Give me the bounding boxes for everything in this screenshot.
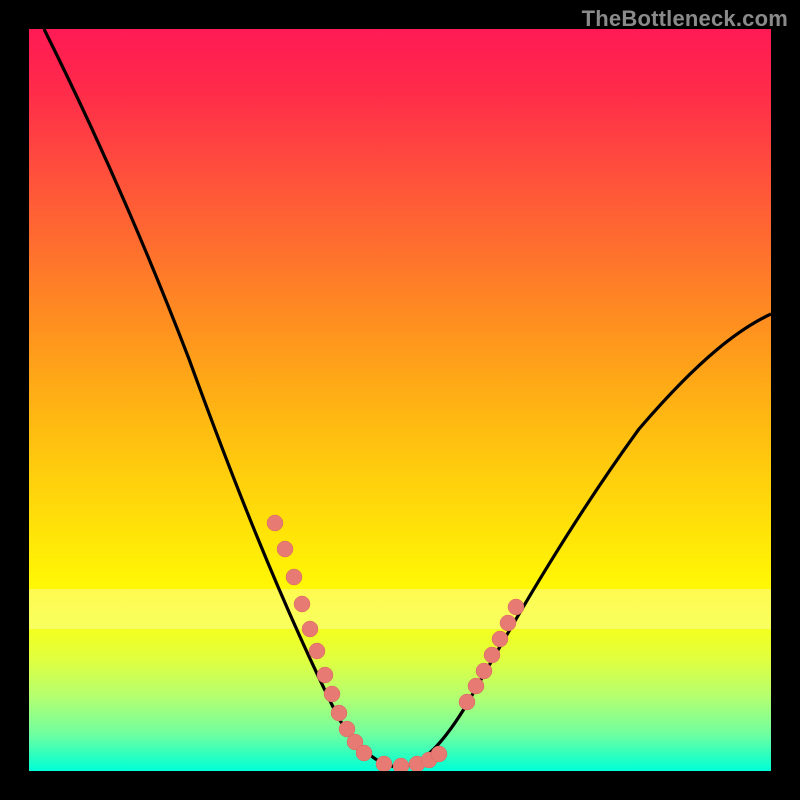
bottleneck-curve: [44, 29, 771, 767]
chart-container: TheBottleneck.com: [0, 0, 800, 800]
curve-svg: [29, 29, 771, 771]
marker-cluster-right: [459, 599, 524, 710]
plot-area: [29, 29, 771, 771]
marker-cluster-left: [267, 515, 447, 771]
watermark-text: TheBottleneck.com: [582, 6, 788, 32]
